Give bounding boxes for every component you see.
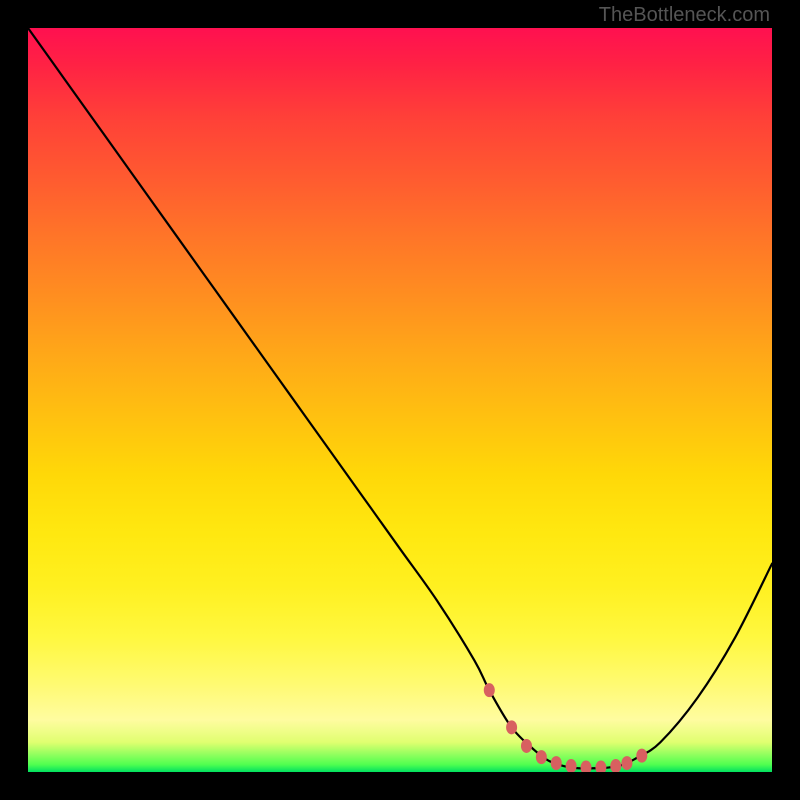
marker-dot bbox=[610, 759, 621, 772]
marker-dot bbox=[581, 761, 592, 772]
marker-dot bbox=[621, 756, 632, 770]
marker-dot bbox=[636, 749, 647, 763]
marker-dot bbox=[566, 759, 577, 772]
plot-area bbox=[28, 28, 772, 772]
watermark-text: TheBottleneck.com bbox=[599, 4, 770, 27]
curve-svg bbox=[28, 28, 772, 772]
marker-dot bbox=[521, 739, 532, 753]
marker-dot bbox=[551, 756, 562, 770]
marker-dot bbox=[484, 683, 495, 697]
marker-dot bbox=[506, 720, 517, 734]
chart-container: TheBottleneck.com bbox=[0, 0, 800, 800]
bottleneck-curve bbox=[28, 28, 772, 768]
optimal-range-markers bbox=[484, 683, 648, 772]
marker-dot bbox=[595, 761, 606, 772]
marker-dot bbox=[536, 750, 547, 764]
